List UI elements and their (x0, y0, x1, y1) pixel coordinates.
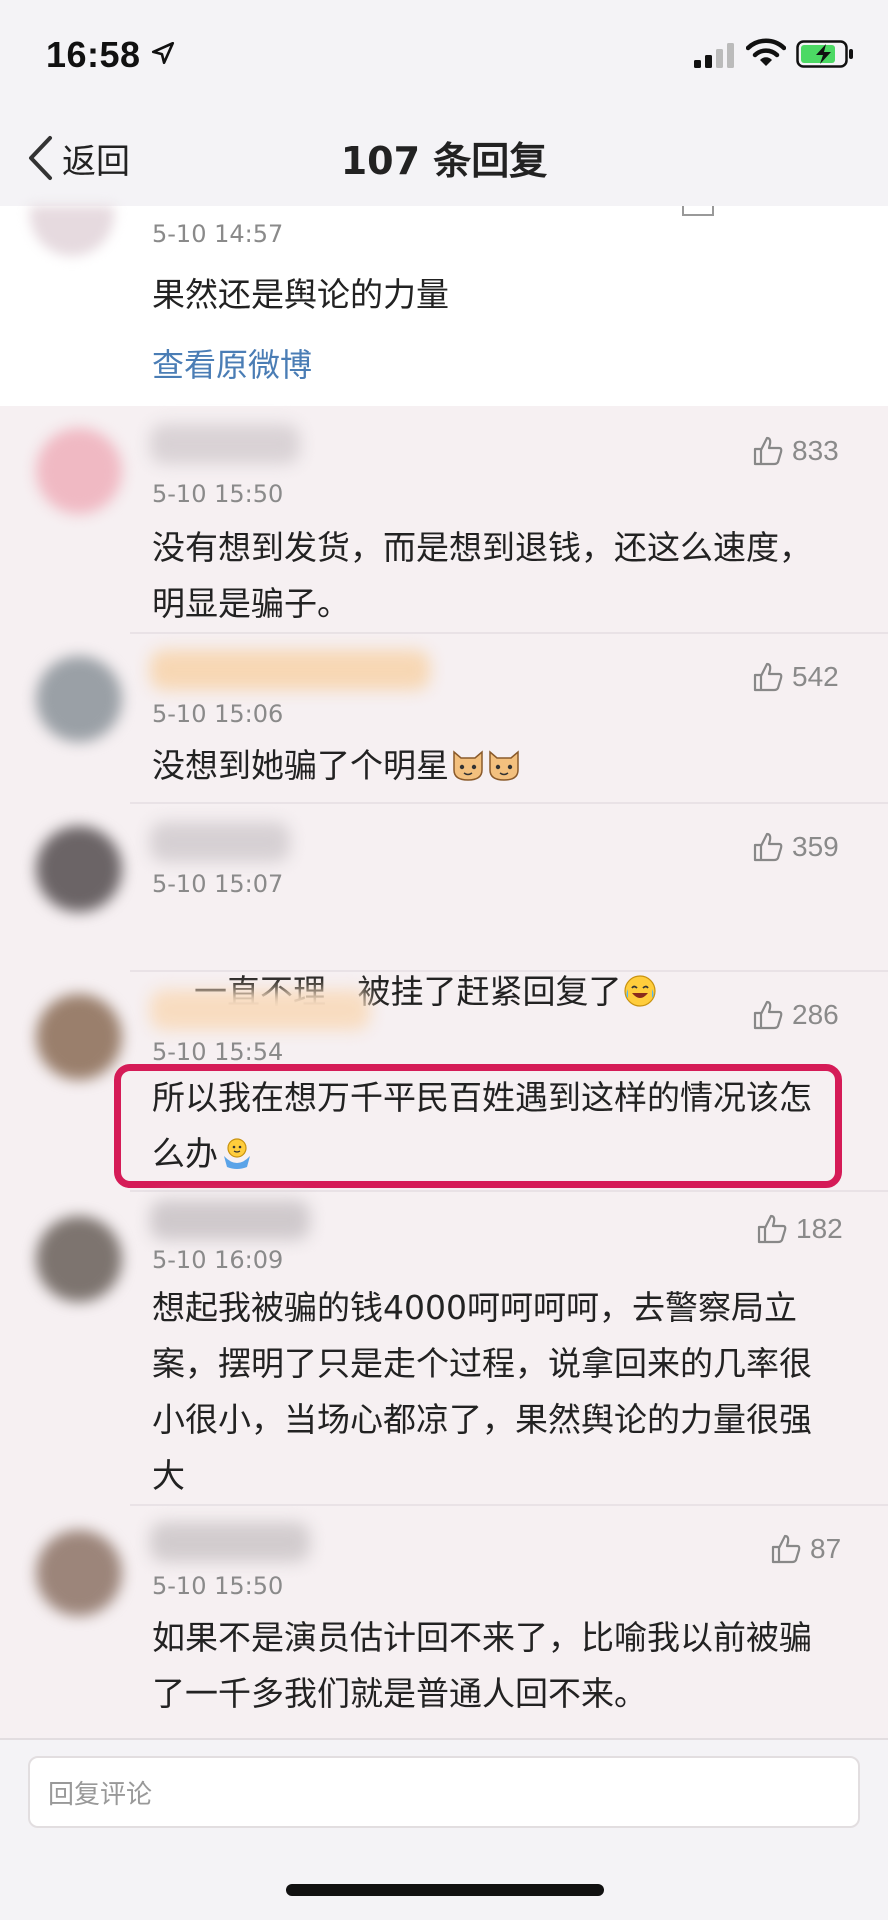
list-item[interactable]: 833 5-10 15:50 没有想到发货，而是想到退钱，还这么速度， 明显是骗… (0, 406, 888, 634)
username[interactable] (150, 424, 300, 464)
cat-emoji-icon (489, 750, 519, 781)
navigation-bar: 返回 107 条回复 (0, 110, 888, 206)
avatar[interactable] (36, 656, 122, 742)
comment-line: 明显是骗子。 (152, 584, 350, 623)
cat-emoji-icon (453, 750, 483, 781)
like-button[interactable]: 87 (770, 1532, 841, 1566)
comment-line: 了一千多我们就是普通人回不来。 (152, 1674, 647, 1713)
comment-body: 想起我被骗的钱4000呵呵呵呵，去警察局立 案，摆明了只是走个过程，说拿回来的几… (152, 1280, 842, 1504)
username[interactable] (150, 1522, 310, 1562)
username[interactable] (150, 990, 370, 1030)
like-button[interactable]: 182 (756, 1212, 843, 1246)
comment-line: 如果不是演员估计回不来了，比喻我以前被骗 (152, 1618, 812, 1657)
status-bar: 16:58 (0, 0, 888, 110)
more-icon[interactable] (682, 206, 714, 216)
signal-icon (694, 43, 734, 68)
comment-time: 5-10 16:09 (152, 1246, 284, 1274)
comment-body: 没想到她骗了个明星 (152, 738, 842, 794)
thumbs-up-icon (753, 436, 783, 466)
thumbs-up-icon (753, 662, 783, 692)
list-item[interactable]: 542 5-10 15:06 没想到她骗了个明星 (0, 634, 888, 804)
view-original-post-link[interactable]: 查看原微博 (152, 340, 312, 386)
comment-time: 5-10 15:50 (152, 480, 284, 508)
comment-line: 案，摆明了只是走个过程，说拿回来的几率很 (152, 1344, 812, 1383)
page-title: 107 条回复 (340, 139, 548, 183)
avatar[interactable] (36, 1216, 122, 1302)
comment-body: 没有想到发货，而是想到退钱，还这么速度， 明显是骗子。 (152, 520, 842, 632)
highlight-annotation (114, 1064, 842, 1188)
list-item[interactable]: 87 5-10 15:50 如果不是演员估计回不来了，比喻我以前被骗 了一千多我… (0, 1506, 888, 1738)
location-arrow-icon (151, 41, 175, 65)
avatar[interactable] (36, 826, 122, 912)
avatar[interactable] (36, 1530, 122, 1616)
list-item[interactable]: 182 5-10 16:09 想起我被骗的钱4000呵呵呵呵，去警察局立 案，摆… (0, 1192, 888, 1506)
like-button[interactable]: 286 (752, 998, 839, 1032)
thumbs-up-icon (753, 832, 783, 862)
like-button[interactable]: 542 (752, 660, 839, 694)
comment-body: 果然还是舆论的力量 (152, 275, 449, 314)
thumbs-up-icon (757, 1214, 787, 1244)
comment-line: 没有想到发货，而是想到退钱，还这么速度， (152, 528, 812, 567)
comment-line: 小很小，当场心都凉了，果然舆论的力量很强 (152, 1400, 812, 1439)
original-comment: 5-10 14:57 果然还是舆论的力量 查看原微博 (0, 206, 888, 406)
avatar[interactable] (30, 206, 114, 256)
username[interactable] (150, 822, 290, 862)
like-count: 542 (792, 661, 839, 692)
list-item[interactable]: 359 5-10 15:07 一直不理 被挂了赶紧回复了 (0, 804, 888, 1011)
comment-line: 没想到她骗了个明星 (152, 746, 449, 785)
comment-time: 5-10 14:57 (152, 220, 284, 248)
like-count: 286 (792, 999, 839, 1030)
like-button[interactable]: 833 (752, 434, 839, 468)
wifi-icon (746, 38, 786, 66)
username[interactable] (150, 1200, 310, 1240)
reply-input[interactable]: 回复评论 (28, 1756, 860, 1828)
comment-time: 5-10 15:06 (152, 700, 284, 728)
comment-line: 大 (152, 1456, 185, 1495)
comment-time: 5-10 15:50 (152, 1572, 284, 1600)
thumbs-up-icon (771, 1534, 801, 1564)
like-count: 182 (796, 1213, 843, 1244)
username[interactable] (150, 650, 430, 690)
like-count: 833 (792, 435, 839, 466)
comment-body: 如果不是演员估计回不来了，比喻我以前被骗 了一千多我们就是普通人回不来。 (152, 1610, 842, 1722)
home-indicator[interactable] (286, 1884, 604, 1896)
thumbs-up-icon (753, 1000, 783, 1030)
avatar[interactable] (36, 428, 122, 514)
like-button[interactable]: 359 (752, 830, 839, 864)
battery-charging-icon (796, 40, 853, 68)
status-time: 16:58 (46, 34, 141, 75)
comment-line: 想起我被骗的钱4000呵呵呵呵，去警察局立 (152, 1288, 797, 1327)
comment-time: 5-10 15:07 (152, 870, 284, 898)
avatar[interactable] (36, 994, 122, 1080)
like-count: 87 (810, 1533, 842, 1564)
comment-time: 5-10 15:54 (152, 1038, 284, 1066)
like-count: 359 (792, 831, 839, 862)
